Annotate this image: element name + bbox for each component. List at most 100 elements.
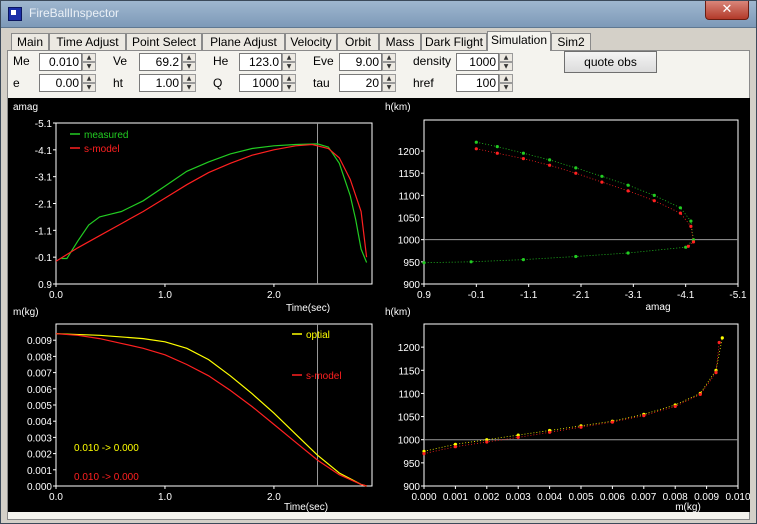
ht-input[interactable] [139,74,182,92]
y-tick-label: 0.008 [27,352,52,363]
q-input[interactable] [239,74,282,92]
e-spinner[interactable]: ▲ ▼ [82,74,96,92]
field-tau: ▲▼ [339,74,397,92]
spin-up-icon[interactable]: ▲ [282,53,296,62]
spin-down-icon[interactable]: ▼ [182,62,196,71]
tab-mass[interactable]: Mass [379,33,421,50]
spin-up-icon[interactable]: ▲ [82,74,96,83]
x-tick-label: 2.0 [267,290,281,301]
plot-frame [423,119,739,285]
field-e: ▲▼ [39,74,97,92]
tab-plane-adjust[interactable]: Plane Adjust [202,33,285,50]
ve-spinner[interactable]: ▲ ▼ [182,53,196,71]
field-ht: ▲▼ [139,74,197,92]
he-spinner[interactable]: ▲ ▼ [282,53,296,71]
x-tick-label: 0.0 [49,290,63,301]
field-me: ▲▼ [39,53,97,71]
spin-down-icon[interactable]: ▼ [282,62,296,71]
y-tick-label: 1200 [398,147,421,158]
spin-down-icon[interactable]: ▼ [382,83,396,92]
spin-up-icon[interactable]: ▲ [499,74,513,83]
data-point [720,336,724,340]
tab-time-adjust[interactable]: Time Adjust [49,33,126,50]
x-tick-label: -0.1 [468,290,486,301]
spin-down-icon[interactable]: ▼ [499,62,513,71]
y-tick-label: 0.002 [27,450,52,461]
app-icon [8,7,22,21]
spin-down-icon[interactable]: ▼ [382,62,396,71]
series-line-optial [55,333,367,487]
tab-main[interactable]: Main [11,33,49,50]
data-point [714,371,718,375]
label-density: density [413,54,452,68]
y-tick-label: 1050 [398,413,421,424]
tab-orbit[interactable]: Orbit [337,33,379,50]
density-spinner[interactable]: ▲ ▼ [499,53,513,71]
y-tick-label: -4.1 [35,146,53,157]
field-q: ▲▼ [239,74,297,92]
y-tick-label: -2.1 [35,200,53,211]
spin-up-icon[interactable]: ▲ [382,74,396,83]
ht-spinner[interactable]: ▲ ▼ [182,74,196,92]
close-button[interactable]: ✕ [705,1,749,20]
y-tick-label: 1100 [398,191,420,202]
legend-label: s-model [84,144,120,155]
tab-dark-flight[interactable]: Dark Flight [421,33,487,50]
y-axis-label: h(km) [385,102,411,113]
y-tick-label: 1150 [398,366,420,377]
y-tick-label: 1000 [398,236,421,247]
series-trace-s-model [476,148,694,247]
x-tick-label: 0.0 [49,492,63,503]
title-bar: FireBallInspector ✕ [1,1,756,28]
href-input[interactable] [456,74,499,92]
y-tick-label: 1200 [398,343,421,354]
eve-spinner[interactable]: ▲ ▼ [382,53,396,71]
y-tick-label: -0.1 [35,253,53,264]
spin-up-icon[interactable]: ▲ [499,53,513,62]
spin-down-icon[interactable]: ▼ [82,62,96,71]
y-tick-label: 1100 [398,389,420,400]
spin-down-icon[interactable]: ▼ [182,83,196,92]
spin-down-icon[interactable]: ▼ [282,83,296,92]
label-ve: Ve [113,54,128,68]
field-he: ▲▼ [239,53,297,71]
tau-input[interactable] [339,74,382,92]
tab-sim2[interactable]: Sim2 [551,33,591,50]
x-tick-label: -4.1 [677,290,695,301]
x-tick-label: 0.007 [631,492,656,503]
me-spinner[interactable]: ▲ ▼ [82,53,96,71]
tab-point-select[interactable]: Point Select [126,33,202,50]
spin-up-icon[interactable]: ▲ [282,74,296,83]
plot-frame [423,323,739,487]
legend-label: s-model [306,371,342,382]
density-input[interactable] [456,53,499,71]
charts-canvas: -5.1 -4.1 -3.1 -2.1 -1.1 -0.1 0.9 0.0 1.0 2.0 amag… [13,102,751,513]
y-tick-label: 950 [403,459,420,470]
e-input[interactable] [39,74,82,92]
spin-up-icon[interactable]: ▲ [382,53,396,62]
spin-down-icon[interactable]: ▼ [82,83,96,92]
spin-up-icon[interactable]: ▲ [82,53,96,62]
y-tick-label: 1150 [398,169,420,180]
spin-up-icon[interactable]: ▲ [182,74,196,83]
quote-obs-button[interactable]: quote obs [564,51,657,73]
href-spinner[interactable]: ▲ ▼ [499,74,513,92]
tab-velocity[interactable]: Velocity [285,33,337,50]
eve-input[interactable] [339,53,382,71]
x-tick-label: 1.0 [158,290,172,301]
window-title: FireBallInspector [29,6,120,20]
he-input[interactable] [239,53,282,71]
x-tick-label: 0.001 [443,492,468,503]
tab-simulation[interactable]: Simulation [487,31,551,51]
me-input[interactable] [39,53,82,71]
series-line-measured [61,143,368,263]
q-spinner[interactable]: ▲ ▼ [282,74,296,92]
y-tick-label: -5.1 [35,119,53,130]
spin-down-icon[interactable]: ▼ [499,83,513,92]
spin-up-icon[interactable]: ▲ [182,53,196,62]
legend-label: optial [306,330,330,341]
plot-area: -5.1 -4.1 -3.1 -2.1 -1.1 -0.1 0.9 0.0 1.0 2.0 amag… [8,98,751,513]
x-tick-label: 0.010 [725,492,750,503]
ve-input[interactable] [139,53,182,71]
tau-spinner[interactable]: ▲ ▼ [382,74,396,92]
